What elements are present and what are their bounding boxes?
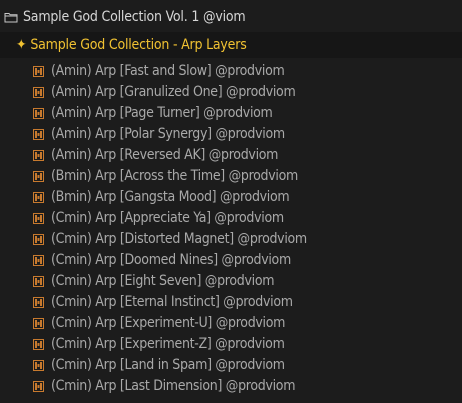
file-label: (Cmin) Arp [Experiment-Z] @prodviom — [51, 335, 285, 352]
file-label: (Cmin) Arp [Eight Seven] @prodviom — [51, 272, 275, 289]
subfolder-row[interactable]: ✦ Sample God Collection - Arp Layers — [0, 32, 462, 58]
folder-icon — [4, 11, 18, 23]
file-item[interactable]: (Cmin) Arp [Eternal Instinct] @prodviom — [0, 291, 462, 312]
file-item[interactable]: (Amin) Arp [Granulized One] @prodviom — [0, 81, 462, 102]
file-label: (Cmin) Arp [Distorted Magnet] @prodviom — [51, 230, 307, 247]
audio-file-icon — [33, 233, 44, 245]
file-label: (Amin) Arp [Reversed AK] @prodviom — [51, 146, 279, 163]
file-browser: Sample God Collection Vol. 1 @viom ✦ Sam… — [0, 0, 462, 403]
file-item[interactable]: (Bmin) Arp [Gangsta Mood] @prodviom — [0, 186, 462, 207]
file-item[interactable]: (Cmin) Arp [Appreciate Ya] @prodviom — [0, 207, 462, 228]
file-item[interactable]: (Cmin) Arp [Land in Spam] @prodviom — [0, 354, 462, 375]
audio-file-icon — [33, 338, 44, 350]
folder-label: Sample God Collection Vol. 1 @viom — [23, 9, 246, 25]
file-item[interactable]: (Cmin) Arp [Doomed Nines] @prodviom — [0, 249, 462, 270]
folder-row[interactable]: Sample God Collection Vol. 1 @viom — [0, 5, 462, 29]
file-item[interactable]: (Amin) Arp [Fast and Slow] @prodviom — [0, 60, 462, 81]
audio-file-icon — [33, 128, 44, 140]
file-item[interactable]: (Cmin) Arp [Eight Seven] @prodviom — [0, 270, 462, 291]
audio-file-icon — [33, 359, 44, 371]
file-label: (Cmin) Arp [Last Dimension] @prodviom — [51, 377, 296, 394]
file-item[interactable]: (Amin) Arp [Page Turner] @prodviom — [0, 102, 462, 123]
audio-file-icon — [33, 275, 44, 287]
audio-file-icon — [33, 212, 44, 224]
file-item[interactable]: (Cmin) Arp [Experiment-U] @prodviom — [0, 312, 462, 333]
audio-file-icon — [33, 170, 44, 182]
file-item[interactable]: (Cmin) Arp [Last Dimension] @prodviom — [0, 375, 462, 396]
file-label: (Cmin) Arp [Doomed Nines] @prodviom — [51, 251, 291, 268]
file-item[interactable]: (Amin) Arp [Reversed AK] @prodviom — [0, 144, 462, 165]
file-item[interactable]: (Bmin) Arp [Across the Time] @prodviom — [0, 165, 462, 186]
audio-file-icon — [33, 149, 44, 161]
file-label: (Amin) Arp [Fast and Slow] @prodviom — [51, 62, 285, 79]
file-label: (Bmin) Arp [Gangsta Mood] @prodviom — [51, 188, 290, 205]
file-item[interactable]: (Amin) Arp [Polar Synergy] @prodviom — [0, 123, 462, 144]
file-label: (Amin) Arp [Page Turner] @prodviom — [51, 104, 273, 121]
audio-file-icon — [33, 65, 44, 77]
audio-file-icon — [33, 254, 44, 266]
audio-file-icon — [33, 296, 44, 308]
file-item[interactable]: (Cmin) Arp [Distorted Magnet] @prodviom — [0, 228, 462, 249]
file-label: (Cmin) Arp [Appreciate Ya] @prodviom — [51, 209, 284, 226]
audio-file-icon — [33, 107, 44, 119]
file-item[interactable]: (Cmin) Arp [Experiment-Z] @prodviom — [0, 333, 462, 354]
file-label: (Amin) Arp [Granulized One] @prodviom — [51, 83, 296, 100]
audio-file-icon — [33, 380, 44, 392]
file-label: (Cmin) Arp [Eternal Instinct] @prodviom — [51, 293, 293, 310]
file-label: (Amin) Arp [Polar Synergy] @prodviom — [51, 125, 285, 142]
file-label: (Cmin) Arp [Land in Spam] @prodviom — [51, 356, 285, 373]
file-list: (Amin) Arp [Fast and Slow] @prodviom (Ami… — [0, 60, 462, 396]
audio-file-icon — [33, 191, 44, 203]
sparkle-icon: ✦ — [16, 37, 27, 53]
audio-file-icon — [33, 317, 44, 329]
subfolder-label: Sample God Collection - Arp Layers — [30, 37, 247, 53]
file-label: (Bmin) Arp [Across the Time] @prodviom — [51, 167, 298, 184]
audio-file-icon — [33, 86, 44, 98]
file-label: (Cmin) Arp [Experiment-U] @prodviom — [51, 314, 286, 331]
